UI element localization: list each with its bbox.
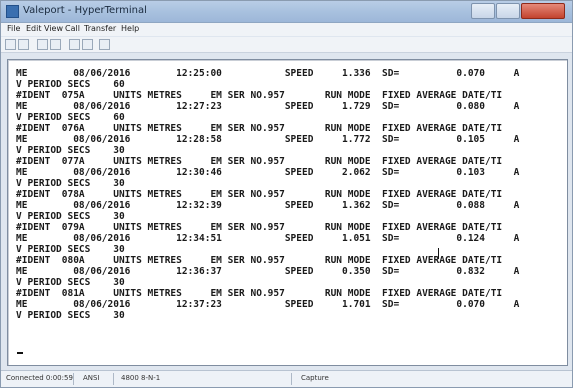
terminal-line: V PERIOD SECS 60 bbox=[16, 112, 125, 123]
terminal-line: #IDENT 077A UNITS METRES EM SER NO.957 R… bbox=[16, 156, 503, 167]
hyperterminal-window: Valeport - HyperTerminal File Edit View … bbox=[0, 0, 573, 388]
properties-icon[interactable] bbox=[99, 39, 110, 50]
menu-bar: File Edit View Call Transfer Help bbox=[1, 23, 572, 36]
minimize-button[interactable] bbox=[471, 3, 495, 19]
terminal-line: #IDENT 080A UNITS METRES EM SER NO.957 R… bbox=[16, 255, 503, 266]
terminal-line: V PERIOD SECS 30 bbox=[16, 244, 125, 255]
status-capture: Capture bbox=[301, 374, 329, 382]
menu-edit[interactable]: Edit bbox=[26, 24, 42, 33]
terminal-line: V PERIOD SECS 30 bbox=[16, 145, 125, 156]
menu-help[interactable]: Help bbox=[121, 24, 139, 33]
terminal-line: #IDENT 076A UNITS METRES EM SER NO.957 R… bbox=[16, 123, 503, 134]
status-bar: Connected 0:00:59 ANSI 4800 8-N-1 Captur… bbox=[1, 370, 572, 387]
terminal-line: ME 08/06/2016 12:27:23 SPEED 1.729 SD= 0… bbox=[16, 101, 520, 112]
terminal-line: #IDENT 078A UNITS METRES EM SER NO.957 R… bbox=[16, 189, 503, 200]
status-divider bbox=[113, 373, 114, 385]
open-icon[interactable] bbox=[18, 39, 29, 50]
disconnect-icon[interactable] bbox=[37, 39, 48, 50]
menu-call[interactable]: Call bbox=[65, 24, 80, 33]
terminal-line: V PERIOD SECS 30 bbox=[16, 277, 125, 288]
menu-transfer[interactable]: Transfer bbox=[84, 24, 116, 33]
terminal-cursor bbox=[17, 352, 23, 354]
terminal-line: V PERIOD SECS 30 bbox=[16, 211, 125, 222]
terminal-line: V PERIOD SECS 30 bbox=[16, 310, 125, 321]
status-divider bbox=[291, 373, 292, 385]
terminal-line: ME 08/06/2016 12:30:46 SPEED 2.062 SD= 0… bbox=[16, 167, 520, 178]
terminal-line: V PERIOD SECS 30 bbox=[16, 178, 125, 189]
terminal-line: #IDENT 079A UNITS METRES EM SER NO.957 R… bbox=[16, 222, 503, 233]
terminal-line: ME 08/06/2016 12:28:58 SPEED 1.772 SD= 0… bbox=[16, 134, 520, 145]
title-bar[interactable]: Valeport - HyperTerminal bbox=[1, 1, 572, 23]
terminal-screen[interactable]: ME 08/06/2016 12:25:00 SPEED 1.336 SD= 0… bbox=[7, 59, 568, 366]
new-icon[interactable] bbox=[5, 39, 16, 50]
toolbar bbox=[1, 37, 572, 53]
terminal-line: ME 08/06/2016 12:36:37 SPEED 0.350 SD= 0… bbox=[16, 266, 520, 277]
app-icon bbox=[6, 5, 19, 18]
status-settings: 4800 8-N-1 bbox=[121, 374, 161, 382]
terminal-line: V PERIOD SECS 60 bbox=[16, 79, 125, 90]
status-divider bbox=[73, 373, 74, 385]
terminal-line: ME 08/06/2016 12:25:00 SPEED 1.336 SD= 0… bbox=[16, 68, 520, 79]
close-button[interactable] bbox=[521, 3, 565, 19]
status-emulation: ANSI bbox=[83, 374, 100, 382]
send-icon[interactable] bbox=[69, 39, 80, 50]
text-caret bbox=[438, 248, 439, 259]
call-icon[interactable] bbox=[50, 39, 61, 50]
terminal-line: ME 08/06/2016 12:34:51 SPEED 1.051 SD= 0… bbox=[16, 233, 520, 244]
status-connected: Connected 0:00:59 bbox=[6, 374, 73, 382]
terminal-line: ME 08/06/2016 12:37:23 SPEED 1.701 SD= 0… bbox=[16, 299, 520, 310]
terminal-line: ME 08/06/2016 12:32:39 SPEED 1.362 SD= 0… bbox=[16, 200, 520, 211]
window-title: Valeport - HyperTerminal bbox=[23, 5, 147, 16]
menu-file[interactable]: File bbox=[7, 24, 20, 33]
terminal-line: #IDENT 081A UNITS METRES EM SER NO.957 R… bbox=[16, 288, 503, 299]
maximize-button[interactable] bbox=[496, 3, 520, 19]
receive-icon[interactable] bbox=[82, 39, 93, 50]
menu-view[interactable]: View bbox=[44, 24, 63, 33]
terminal-line: #IDENT 075A UNITS METRES EM SER NO.957 R… bbox=[16, 90, 503, 101]
